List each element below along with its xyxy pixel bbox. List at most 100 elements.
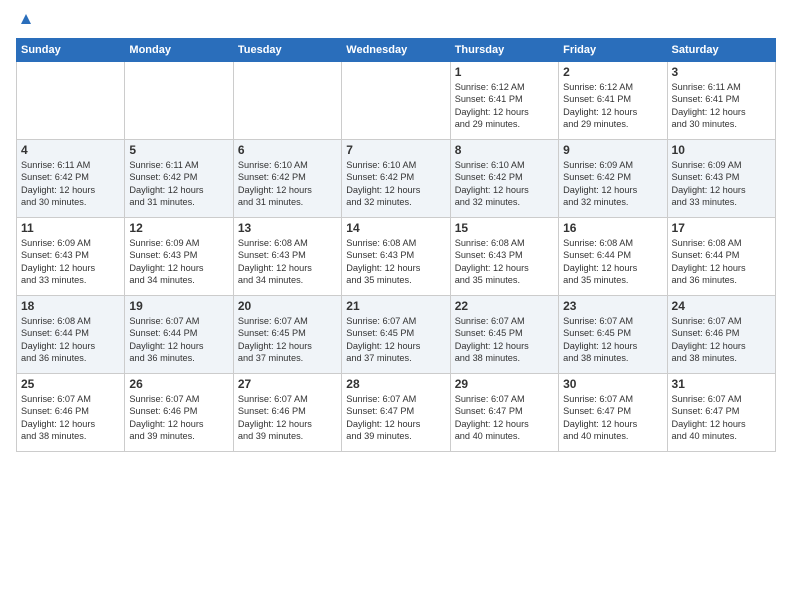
weekday-header-wednesday: Wednesday: [342, 39, 450, 62]
weekday-header-sunday: Sunday: [17, 39, 125, 62]
weekday-header-tuesday: Tuesday: [233, 39, 341, 62]
day-info: Sunrise: 6:07 AMSunset: 6:45 PMDaylight:…: [455, 315, 554, 365]
calendar-cell: 5Sunrise: 6:11 AMSunset: 6:42 PMDaylight…: [125, 140, 233, 218]
calendar-cell: 21 Sunrise: 6:07 AMSunset: 6:45 PMDayligh…: [342, 296, 450, 374]
calendar-cell: 16 Sunrise: 6:08 AMSunset: 6:44 PMDayligh…: [559, 218, 667, 296]
calendar-cell: [125, 62, 233, 140]
calendar-cell: [342, 62, 450, 140]
day-info: Sunrise: 6:07 AMSunset: 6:47 PMDaylight:…: [563, 393, 662, 443]
day-number: 5: [129, 143, 228, 157]
weekday-header-saturday: Saturday: [667, 39, 775, 62]
calendar-cell: 24 Sunrise: 6:07 AMSunset: 6:46 PMDayligh…: [667, 296, 775, 374]
day-info: Sunrise: 6:09 AMSunset: 6:43 PMDaylight:…: [21, 237, 120, 287]
weekday-header-monday: Monday: [125, 39, 233, 62]
day-number: 1: [455, 65, 554, 79]
day-info: Sunrise: 6:07 AMSunset: 6:46 PMDaylight:…: [129, 393, 228, 443]
day-info: Sunrise: 6:09 AMSunset: 6:42 PMDaylight:…: [563, 159, 662, 209]
day-number: 26: [129, 377, 228, 391]
calendar-week-2: 4 Sunrise: 6:11 AMSunset: 6:42 PMDaylight…: [17, 140, 776, 218]
day-number: 14: [346, 221, 445, 235]
day-number: 18: [21, 299, 120, 313]
day-info: Sunrise: 6:07 AMSunset: 6:45 PMDaylight:…: [346, 315, 445, 365]
day-number: 3: [672, 65, 771, 79]
day-info: Sunrise: 6:10 AMSunset: 6:42 PMDaylight:…: [238, 159, 337, 209]
calendar-cell: 1 Sunrise: 6:12 AMSunset: 6:41 PMDaylight…: [450, 62, 558, 140]
day-number: 27: [238, 377, 337, 391]
calendar-cell: [17, 62, 125, 140]
day-number: 10: [672, 143, 771, 157]
day-info: Sunrise: 6:07 AMSunset: 6:46 PMDaylight:…: [672, 315, 771, 365]
day-number: 30: [563, 377, 662, 391]
calendar-cell: 27 Sunrise: 6:07 AMSunset: 6:46 PMDayligh…: [233, 374, 341, 452]
day-number: 20: [238, 299, 337, 313]
day-info: Sunrise: 6:10 AMSunset: 6:42 PMDaylight:…: [346, 159, 445, 209]
day-number: 29: [455, 377, 554, 391]
calendar-cell: 10Sunrise: 6:09 AMSunset: 6:43 PMDayligh…: [667, 140, 775, 218]
calendar-cell: 4 Sunrise: 6:11 AMSunset: 6:42 PMDaylight…: [17, 140, 125, 218]
calendar-cell: 8 Sunrise: 6:10 AMSunset: 6:42 PMDaylight…: [450, 140, 558, 218]
logo-icon: [17, 10, 35, 28]
calendar-cell: 25 Sunrise: 6:07 AMSunset: 6:46 PMDayligh…: [17, 374, 125, 452]
calendar-cell: 18 Sunrise: 6:08 AMSunset: 6:44 PMDayligh…: [17, 296, 125, 374]
calendar-cell: 3 Sunrise: 6:11 AMSunset: 6:41 PMDaylight…: [667, 62, 775, 140]
calendar-cell: 11Sunrise: 6:09 AMSunset: 6:43 PMDayligh…: [17, 218, 125, 296]
day-number: 15: [455, 221, 554, 235]
day-number: 24: [672, 299, 771, 313]
day-info: Sunrise: 6:12 AMSunset: 6:41 PMDaylight:…: [455, 81, 554, 131]
calendar-cell: [233, 62, 341, 140]
day-number: 23: [563, 299, 662, 313]
day-number: 25: [21, 377, 120, 391]
calendar-cell: 22 Sunrise: 6:07 AMSunset: 6:45 PMDayligh…: [450, 296, 558, 374]
calendar-cell: 26 Sunrise: 6:07 AMSunset: 6:46 PMDayligh…: [125, 374, 233, 452]
day-info: Sunrise: 6:11 AMSunset: 6:41 PMDaylight:…: [672, 81, 771, 131]
calendar-cell: 12 Sunrise: 6:09 AMSunset: 6:43 PMDayligh…: [125, 218, 233, 296]
day-info: Sunrise: 6:07 AMSunset: 6:45 PMDaylight:…: [238, 315, 337, 365]
day-info: Sunrise: 6:08 AMSunset: 6:43 PMDaylight:…: [455, 237, 554, 287]
day-number: 12: [129, 221, 228, 235]
day-info: Sunrise: 6:08 AMSunset: 6:43 PMDaylight:…: [238, 237, 337, 287]
day-info: Sunrise: 6:07 AMSunset: 6:46 PMDaylight:…: [238, 393, 337, 443]
calendar-cell: 23 Sunrise: 6:07 AMSunset: 6:45 PMDayligh…: [559, 296, 667, 374]
calendar-cell: 7Sunrise: 6:10 AMSunset: 6:42 PMDaylight…: [342, 140, 450, 218]
calendar-cell: 31 Sunrise: 6:07 AMSunset: 6:47 PMDayligh…: [667, 374, 775, 452]
day-number: 8: [455, 143, 554, 157]
day-info: Sunrise: 6:11 AMSunset: 6:42 PMDaylight:…: [21, 159, 120, 209]
weekday-header-friday: Friday: [559, 39, 667, 62]
day-info: Sunrise: 6:07 AMSunset: 6:47 PMDaylight:…: [346, 393, 445, 443]
weekday-header-row: SundayMondayTuesdayWednesdayThursdayFrid…: [17, 39, 776, 62]
day-info: Sunrise: 6:07 AMSunset: 6:44 PMDaylight:…: [129, 315, 228, 365]
page-container: SundayMondayTuesdayWednesdayThursdayFrid…: [0, 0, 792, 612]
day-number: 6: [238, 143, 337, 157]
day-number: 16: [563, 221, 662, 235]
day-info: Sunrise: 6:08 AMSunset: 6:44 PMDaylight:…: [563, 237, 662, 287]
day-number: 22: [455, 299, 554, 313]
day-info: Sunrise: 6:07 AMSunset: 6:46 PMDaylight:…: [21, 393, 120, 443]
day-number: 19: [129, 299, 228, 313]
day-info: Sunrise: 6:09 AMSunset: 6:43 PMDaylight:…: [129, 237, 228, 287]
calendar-week-4: 18 Sunrise: 6:08 AMSunset: 6:44 PMDayligh…: [17, 296, 776, 374]
calendar-cell: 29Sunrise: 6:07 AMSunset: 6:47 PMDayligh…: [450, 374, 558, 452]
day-number: 21: [346, 299, 445, 313]
calendar-week-5: 25 Sunrise: 6:07 AMSunset: 6:46 PMDayligh…: [17, 374, 776, 452]
day-number: 13: [238, 221, 337, 235]
calendar-cell: 15 Sunrise: 6:08 AMSunset: 6:43 PMDayligh…: [450, 218, 558, 296]
calendar-cell: 19 Sunrise: 6:07 AMSunset: 6:44 PMDayligh…: [125, 296, 233, 374]
day-info: Sunrise: 6:08 AMSunset: 6:44 PMDaylight:…: [21, 315, 120, 365]
calendar-cell: 2Sunrise: 6:12 AMSunset: 6:41 PMDaylight…: [559, 62, 667, 140]
calendar-cell: 6 Sunrise: 6:10 AMSunset: 6:42 PMDaylight…: [233, 140, 341, 218]
calendar-cell: 20 Sunrise: 6:07 AMSunset: 6:45 PMDayligh…: [233, 296, 341, 374]
day-info: Sunrise: 6:07 AMSunset: 6:45 PMDaylight:…: [563, 315, 662, 365]
day-number: 4: [21, 143, 120, 157]
calendar-cell: 13 Sunrise: 6:08 AMSunset: 6:43 PMDayligh…: [233, 218, 341, 296]
day-number: 2: [563, 65, 662, 79]
calendar-cell: 9 Sunrise: 6:09 AMSunset: 6:42 PMDaylight…: [559, 140, 667, 218]
day-info: Sunrise: 6:07 AMSunset: 6:47 PMDaylight:…: [672, 393, 771, 443]
day-number: 9: [563, 143, 662, 157]
weekday-header-thursday: Thursday: [450, 39, 558, 62]
calendar-week-1: 1 Sunrise: 6:12 AMSunset: 6:41 PMDaylight…: [17, 62, 776, 140]
day-number: 31: [672, 377, 771, 391]
day-number: 17: [672, 221, 771, 235]
day-number: 28: [346, 377, 445, 391]
header: [16, 16, 776, 28]
day-info: Sunrise: 6:10 AMSunset: 6:42 PMDaylight:…: [455, 159, 554, 209]
